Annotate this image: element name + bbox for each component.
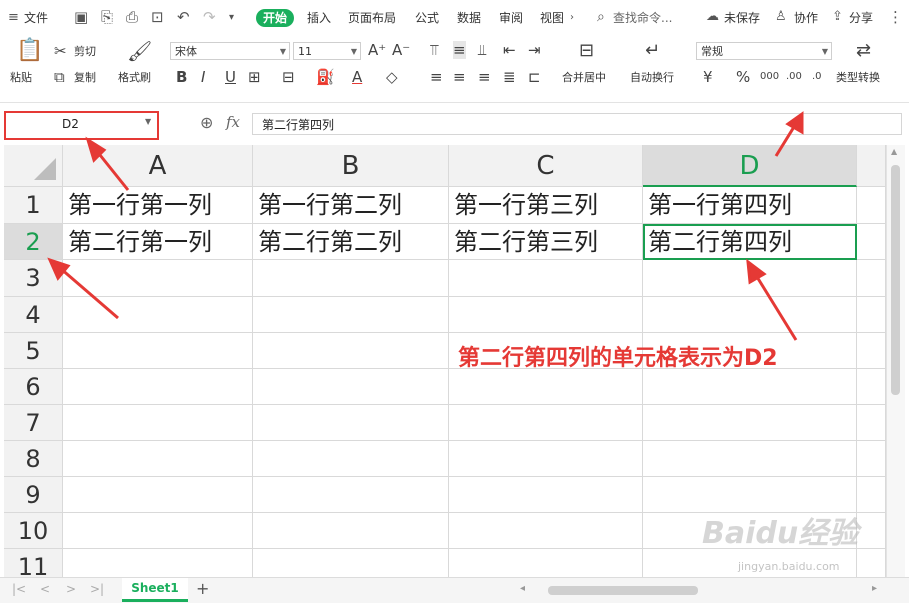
horizontal-scroll-thumb[interactable] — [548, 586, 698, 595]
arrow-to-name-box — [94, 149, 130, 191]
arrow-head — [746, 258, 767, 285]
last-sheet-icon[interactable]: >| — [90, 582, 104, 596]
scroll-right-icon[interactable]: ▸ — [872, 583, 877, 594]
scroll-left-icon[interactable]: ◂ — [520, 583, 525, 594]
arrow-to-cell-d2 — [752, 271, 798, 341]
arrow-head — [785, 111, 804, 135]
next-sheet-icon[interactable]: > — [66, 582, 76, 596]
watermark-logo: Baidu经验 — [702, 516, 859, 551]
add-sheet-button[interactable]: + — [196, 579, 209, 598]
arrow-head — [47, 257, 71, 281]
arrow-to-row-2 — [59, 266, 119, 320]
prev-sheet-icon[interactable]: < — [40, 582, 50, 596]
sheet-tab-sheet1[interactable]: Sheet1 — [122, 578, 188, 602]
first-sheet-icon[interactable]: |< — [12, 582, 26, 596]
watermark-url: jingyan.baidu.com — [738, 560, 840, 573]
